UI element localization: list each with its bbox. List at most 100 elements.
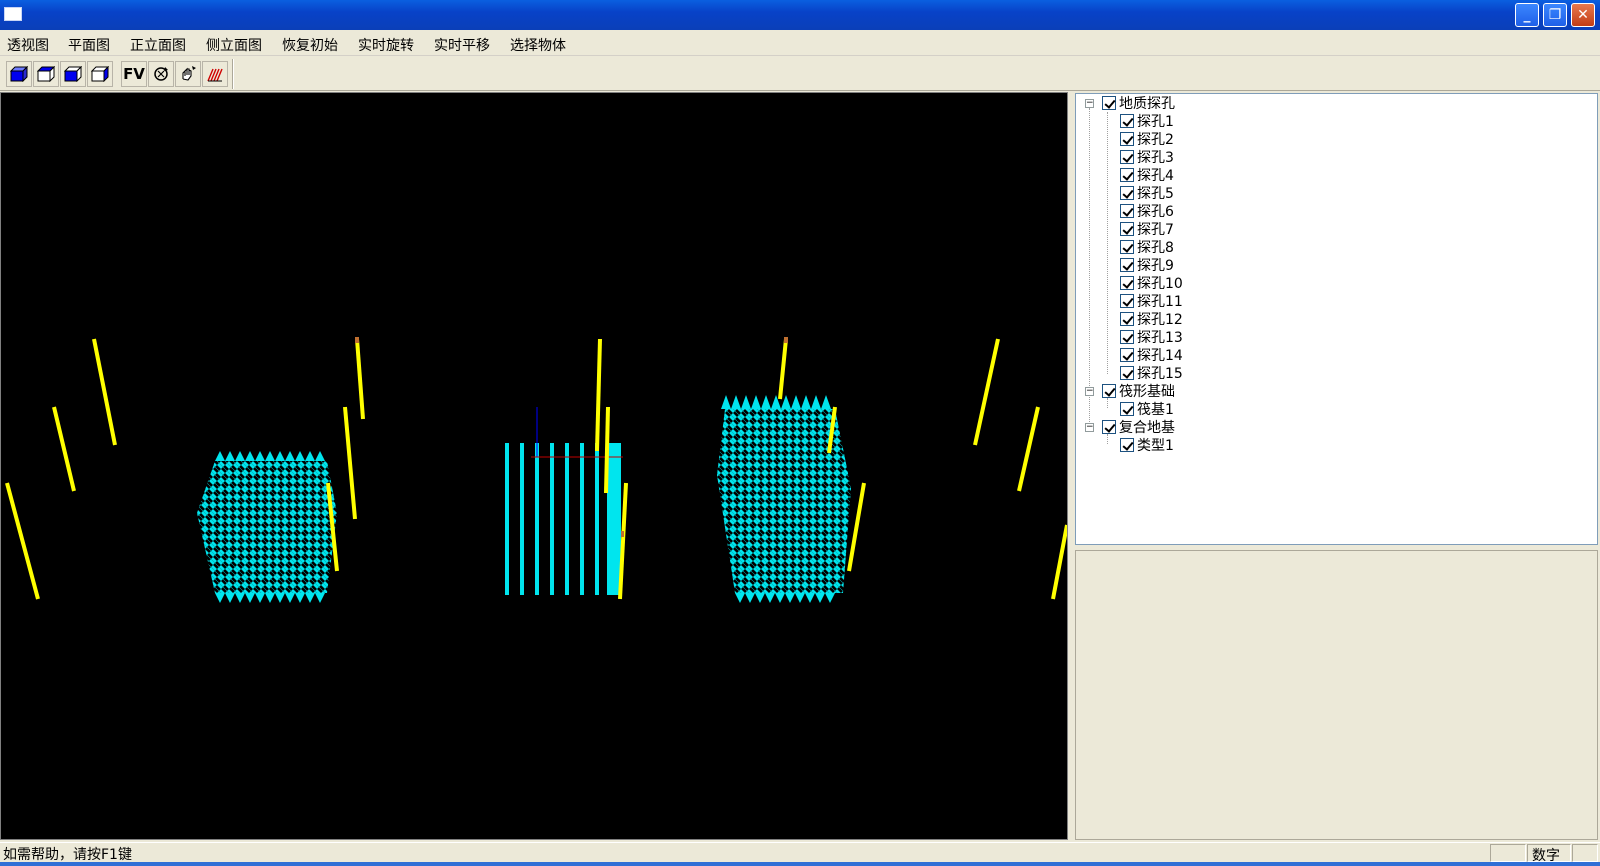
pan-hand-icon [182, 66, 196, 81]
checkbox[interactable] [1120, 222, 1134, 236]
3d-viewport[interactable] [0, 92, 1068, 840]
borehole-line [52, 406, 76, 492]
status-pane-empty [1490, 844, 1526, 862]
tree-item-borehole[interactable]: 探孔10 [1120, 274, 1183, 292]
title-bar[interactable]: _ ❐ ✕ [0, 0, 1600, 30]
borehole-line [343, 406, 357, 520]
fv-label: FV [123, 65, 145, 83]
perspective-view-button[interactable] [6, 61, 32, 87]
borehole-line [604, 406, 610, 494]
borehole-line [355, 338, 365, 420]
tree-item-borehole[interactable]: 探孔13 [1120, 328, 1183, 346]
checkbox[interactable] [1120, 240, 1134, 254]
pile-columns-middle [505, 443, 621, 595]
tree-item-label: 筏基1 [1137, 402, 1174, 418]
tree-item-label: 探孔8 [1137, 240, 1174, 256]
tree-item-composite[interactable]: 类型1 [1120, 436, 1174, 454]
tree-item-label: 探孔12 [1137, 312, 1183, 328]
tree-group-geology-boreholes[interactable]: 地质探孔 [1102, 94, 1175, 112]
checkbox[interactable] [1120, 438, 1134, 452]
menu-realtime-rotate[interactable]: 实时旋转 [358, 35, 414, 55]
menu-select-object[interactable]: 选择物体 [510, 35, 566, 55]
tree-item-borehole[interactable]: 探孔6 [1120, 202, 1174, 220]
tree-item-borehole[interactable]: 探孔3 [1120, 148, 1174, 166]
tree-item-borehole[interactable]: 探孔12 [1120, 310, 1183, 328]
checkbox[interactable] [1120, 132, 1134, 146]
properties-panel [1075, 550, 1598, 840]
select-object-icon [207, 68, 223, 82]
expander-geology[interactable]: − [1085, 99, 1094, 108]
restore-icon: ❐ [1548, 7, 1562, 23]
tree-item-borehole[interactable]: 探孔2 [1120, 130, 1174, 148]
checkbox[interactable] [1120, 276, 1134, 290]
checkbox[interactable] [1120, 312, 1134, 326]
pan-button[interactable] [175, 61, 201, 87]
expander-composite[interactable]: − [1085, 423, 1094, 432]
tree-item-borehole[interactable]: 探孔4 [1120, 166, 1174, 184]
maximize-button[interactable]: ❐ [1543, 3, 1567, 27]
fv-button[interactable]: FV [121, 61, 147, 87]
borehole-line [973, 338, 1000, 446]
checkbox[interactable] [1120, 402, 1134, 416]
tree-item-borehole[interactable]: 探孔8 [1120, 238, 1174, 256]
tree-item-borehole[interactable]: 探孔5 [1120, 184, 1174, 202]
checkbox-raft[interactable] [1102, 384, 1116, 398]
checkbox[interactable] [1120, 114, 1134, 128]
checkbox-geology[interactable] [1102, 96, 1116, 110]
scene-canvas[interactable] [1, 93, 1067, 839]
expander-raft[interactable]: − [1085, 387, 1094, 396]
menu-realtime-pan[interactable]: 实时平移 [434, 35, 490, 55]
menu-reset[interactable]: 恢复初始 [282, 35, 338, 55]
top-view-button[interactable] [33, 61, 59, 87]
checkbox-composite[interactable] [1102, 420, 1116, 434]
tree-item-borehole[interactable]: 探孔15 [1120, 364, 1183, 382]
panel-splitter[interactable] [1068, 92, 1074, 840]
tree-item-raft[interactable]: 筏基1 [1120, 400, 1174, 418]
tree-item-label: 探孔13 [1137, 330, 1183, 346]
tree-line [1089, 108, 1090, 426]
tree-line [1107, 112, 1108, 374]
object-tree: − 地质探孔 探孔1 探孔2 探孔3 探孔4 探孔5 探孔6 探孔7 探孔8 探… [1075, 93, 1598, 545]
menu-side-elevation[interactable]: 侧立面图 [206, 35, 262, 55]
checkbox[interactable] [1120, 150, 1134, 164]
side-view-button[interactable] [87, 61, 113, 87]
checkbox[interactable] [1120, 168, 1134, 182]
checkbox[interactable] [1120, 258, 1134, 272]
checkbox[interactable] [1120, 294, 1134, 308]
toolbar: FV [0, 57, 1600, 91]
checkbox[interactable] [1120, 204, 1134, 218]
side-view-cube-icon [91, 66, 109, 82]
select-object-button[interactable] [202, 61, 228, 87]
tree-item-borehole[interactable]: 探孔9 [1120, 256, 1174, 274]
front-view-cube-icon [64, 66, 82, 82]
toolbar-separator [232, 59, 234, 89]
menu-perspective[interactable]: 透视图 [7, 35, 49, 55]
borehole-line [1051, 524, 1067, 600]
menu-plan[interactable]: 平面图 [68, 35, 110, 55]
checkbox[interactable] [1120, 330, 1134, 344]
window-border-bottom [0, 862, 1600, 866]
minimize-button[interactable]: _ [1515, 3, 1539, 27]
tree-group-label: 复合地基 [1119, 420, 1175, 436]
front-view-button[interactable] [60, 61, 86, 87]
checkbox[interactable] [1120, 366, 1134, 380]
tree-item-borehole[interactable]: 探孔7 [1120, 220, 1174, 238]
borehole-line [92, 338, 117, 446]
rotate-button[interactable] [148, 61, 174, 87]
checkbox[interactable] [1120, 348, 1134, 362]
app-icon[interactable] [4, 7, 22, 21]
tree-item-borehole[interactable]: 探孔1 [1120, 112, 1174, 130]
menu-front-elevation[interactable]: 正立面图 [130, 35, 186, 55]
tree-item-borehole[interactable]: 探孔11 [1120, 292, 1183, 310]
tree-group-label: 筏形基础 [1119, 384, 1175, 400]
status-num-indicator: 数字 [1527, 844, 1571, 864]
close-button[interactable]: ✕ [1571, 3, 1595, 27]
checkbox[interactable] [1120, 186, 1134, 200]
tree-group-raft-foundation[interactable]: 筏形基础 [1102, 382, 1175, 400]
tree-item-label: 探孔15 [1137, 366, 1183, 382]
tree-group-composite-foundation[interactable]: 复合地基 [1102, 418, 1175, 436]
close-icon: ✕ [1577, 7, 1589, 23]
perspective-view-cube-icon [10, 66, 28, 82]
tree-item-label: 探孔6 [1137, 204, 1174, 220]
tree-item-borehole[interactable]: 探孔14 [1120, 346, 1183, 364]
